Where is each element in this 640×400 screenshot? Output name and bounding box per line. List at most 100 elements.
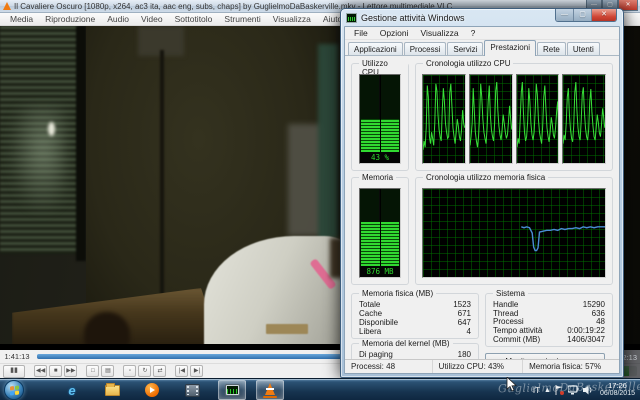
status-cpu: Utilizzo CPU: 43% [433, 360, 523, 373]
prev-chapter-button[interactable]: |◀ [175, 365, 188, 377]
system-group: Sistema Handle15290 Thread636 Processi48… [485, 293, 613, 347]
windows-logo-icon [10, 385, 19, 395]
stat-row: Disponibile647 [359, 319, 471, 327]
taskbar-media-player-classic[interactable] [178, 380, 206, 400]
vlc-menu-strumenti[interactable]: Strumenti [218, 14, 266, 24]
network-icon[interactable] [568, 385, 579, 395]
internet-explorer-icon: e [68, 383, 75, 398]
pause-button[interactable]: ▮▮ [3, 365, 25, 378]
vlc-menu-sottotitolo[interactable]: Sottotitolo [169, 14, 219, 24]
stat-row: Tempo attività0:00:19:22 [493, 327, 605, 335]
shuffle-button[interactable]: ⇄ [153, 365, 166, 377]
playlist-button[interactable]: ▤ [101, 365, 114, 377]
stat-row: Commit (MB)1406/3047 [493, 336, 605, 344]
status-memory: Memoria fisica: 57% [523, 360, 619, 373]
cpu-meter-fill [361, 119, 399, 152]
tm-menu-visualizza[interactable]: Visualizza [415, 28, 465, 38]
memory-history-group: Cronologia utilizzo memoria fisica [415, 177, 613, 285]
task-manager-taskbar-icon [225, 384, 240, 396]
vlc-taskbar-icon [263, 383, 277, 398]
vlc-menu-visualizza[interactable]: Visualizza [267, 14, 317, 24]
tm-minimize-button[interactable]: — [556, 9, 574, 22]
tm-menu-opzioni[interactable]: Opzioni [374, 28, 415, 38]
tab-prestazioni[interactable]: Prestazioni [484, 40, 536, 56]
tm-menubar: File Opzioni Visualizza ? [345, 27, 619, 40]
fullscreen-button[interactable]: □ [86, 365, 99, 377]
memory-meter-value: 876 MB [360, 266, 400, 277]
cpu-history-group: Cronologia utilizzo CPU [415, 63, 613, 171]
language-indicator[interactable]: IT [533, 386, 540, 395]
memory-meter-label: Memoria [359, 173, 396, 182]
tab-servizi[interactable]: Servizi [447, 42, 483, 55]
cpu-history-label: Cronologia utilizzo CPU [423, 59, 513, 68]
elapsed-time: 1:41:13 [0, 352, 34, 361]
loop-button[interactable]: ↻ [138, 365, 151, 377]
action-center-icon[interactable] [555, 385, 564, 395]
task-manager-icon [346, 13, 357, 23]
system-tray: IT ▲ 17:26 06/08/2015 [533, 379, 638, 400]
tm-menu-help[interactable]: ? [465, 28, 482, 38]
taskbar-clock[interactable]: 17:26 06/08/2015 [597, 382, 638, 398]
stat-row: Libera4 [359, 328, 471, 336]
memory-history-label: Cronologia utilizzo memoria fisica [423, 173, 548, 182]
tab-rete[interactable]: Rete [537, 42, 566, 55]
light-spot [48, 122, 55, 136]
phys-memory-group: Memoria fisica (MB) Totale1523 Cache671 … [351, 293, 479, 339]
tab-utenti[interactable]: Utenti [567, 42, 600, 55]
tm-close-button[interactable]: ✕ [592, 9, 616, 22]
memory-meter: 876 MB [359, 188, 401, 278]
next-chapter-button[interactable]: ▶| [190, 365, 203, 377]
cpu-core1-graph [422, 74, 466, 164]
tm-tab-strip: Applicazioni Processi Servizi Prestazion… [345, 40, 619, 56]
tm-menu-file[interactable]: File [348, 28, 374, 38]
tm-statusbar: Processi: 48 Utilizzo CPU: 43% Memoria f… [345, 359, 619, 373]
tab-applicazioni[interactable]: Applicazioni [348, 42, 403, 55]
vlc-cone-icon [3, 2, 11, 10]
cpu-core4-graph [562, 74, 606, 164]
start-button[interactable] [4, 380, 24, 400]
name-badge [266, 324, 308, 334]
cpu-core3-graph [516, 74, 560, 164]
folder-icon [105, 385, 120, 396]
taskbar-internet-explorer[interactable]: e [58, 380, 86, 400]
tm-maximize-button[interactable]: ▢ [574, 9, 592, 22]
cpu-meter-group: Utilizzo CPU 43 % [351, 63, 409, 171]
blinds-glow [8, 106, 66, 216]
previous-button[interactable]: ◀◀ [34, 365, 47, 377]
windows-taskbar: e IT ▲ 17:26 06/08/2015 [0, 378, 640, 400]
memory-meter-fill [361, 222, 399, 266]
status-processes: Processi: 48 [345, 360, 433, 373]
memory-history-graph [422, 188, 606, 278]
filmstrip-icon [185, 384, 200, 397]
white-cabinet [288, 124, 322, 236]
taskbar-task-manager[interactable] [218, 380, 246, 400]
next-button[interactable]: ▶▶ [64, 365, 77, 377]
deinterlace-button[interactable]: ▫ [123, 365, 136, 377]
cpu-meter: 43 % [359, 74, 401, 164]
kernel-memory-title: Memoria del kernel (MB) [359, 339, 453, 348]
taskbar-media-player[interactable] [138, 380, 166, 400]
taskbar-explorer[interactable] [98, 380, 126, 400]
vlc-menu-audio[interactable]: Audio [101, 14, 135, 24]
cpu-meter-value: 43 % [360, 152, 400, 163]
green-curtain [318, 44, 338, 244]
volume-icon[interactable] [583, 385, 593, 395]
system-title: Sistema [493, 289, 528, 298]
memory-meter-group: Memoria 876 MB [351, 177, 409, 285]
task-manager-window: Gestione attività Windows — ▢ ✕ File Opz… [340, 8, 624, 378]
prestazioni-page: Utilizzo CPU 43 % Cronologia utilizzo CP… [345, 57, 619, 359]
vlc-menu-riproduzione[interactable]: Riproduzione [39, 14, 101, 24]
window-frame [76, 26, 86, 261]
cpu-core2-graph [469, 74, 513, 164]
tab-processi[interactable]: Processi [404, 42, 447, 55]
phys-memory-title: Memoria fisica (MB) [359, 289, 436, 298]
show-hidden-icons-button[interactable]: ▲ [544, 387, 551, 394]
iv-pole [160, 50, 164, 300]
stat-row: Cache671 [359, 310, 471, 318]
vlc-menu-video[interactable]: Video [135, 14, 169, 24]
task-manager-title: Gestione attività Windows [361, 13, 465, 23]
taskbar-vlc[interactable] [256, 380, 284, 400]
vlc-menu-media[interactable]: Media [4, 14, 39, 24]
stop-button[interactable]: ■ [49, 365, 62, 377]
media-player-icon [145, 383, 159, 397]
